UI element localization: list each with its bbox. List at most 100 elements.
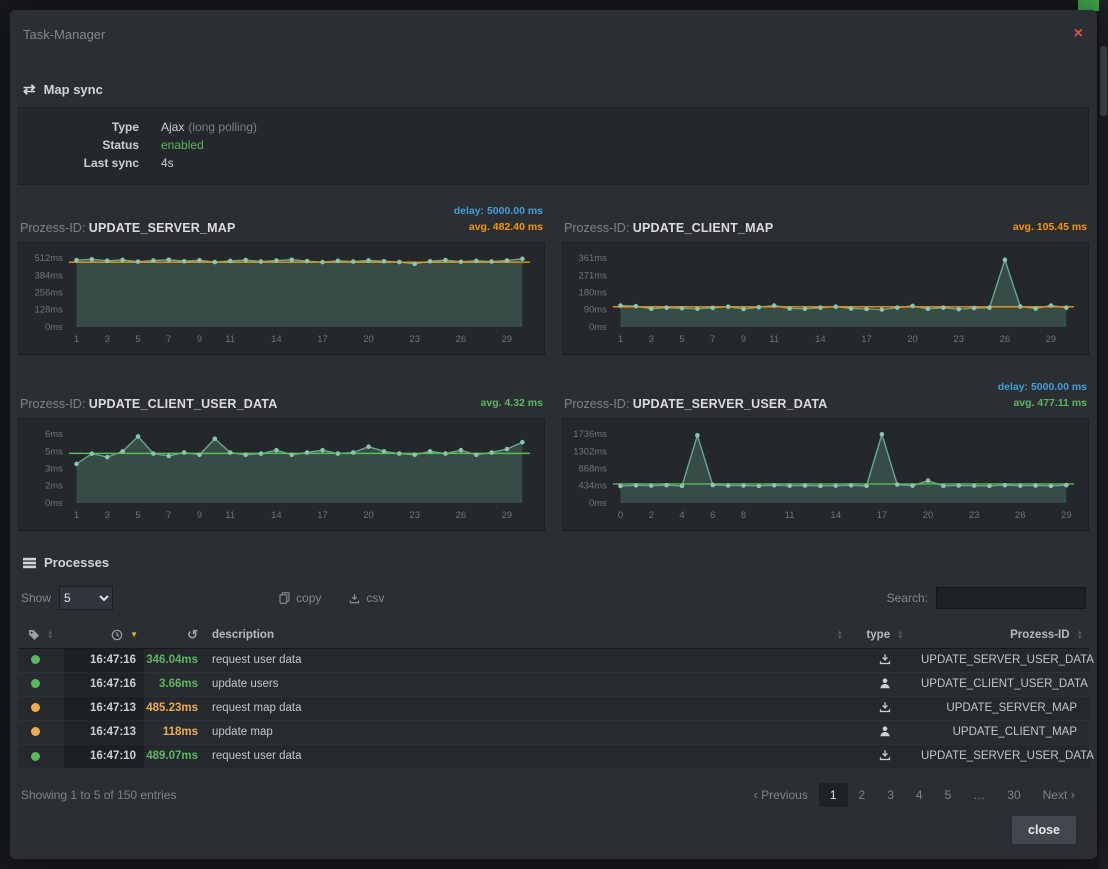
row-process-id: UPDATE_SERVER_USER_DATA bbox=[921, 648, 1089, 672]
chart-block: Prozess-ID: UPDATE_CLIENT_USER_DATA avg.… bbox=[18, 375, 545, 531]
chart-avg-label: avg. 477.11 ms bbox=[998, 395, 1087, 411]
chart-head: Prozess-ID: UPDATE_CLIENT_USER_DATA avg.… bbox=[18, 375, 545, 411]
row-time: 16:47:13 bbox=[64, 696, 144, 720]
map-sync-row-label: Type bbox=[19, 118, 139, 136]
svg-text:7: 7 bbox=[710, 334, 715, 345]
row-description: request user data bbox=[204, 744, 849, 768]
row-time: 16:47:16 bbox=[64, 672, 144, 696]
chart-head: Prozess-ID: UPDATE_CLIENT_MAP avg. 105.4… bbox=[562, 199, 1089, 235]
svg-text:26: 26 bbox=[456, 510, 467, 521]
scrollbar-thumb[interactable] bbox=[1100, 46, 1107, 116]
download-icon bbox=[879, 749, 891, 761]
column-header-duration[interactable]: ↺ bbox=[144, 622, 204, 648]
chart-process-name: UPDATE_SERVER_USER_DATA bbox=[633, 397, 828, 411]
copy-button[interactable]: copy bbox=[279, 591, 321, 605]
table-row: 16:47:13 118ms update map UPDATE_CLIENT_… bbox=[18, 720, 1089, 744]
svg-text:2: 2 bbox=[649, 510, 654, 521]
row-duration: 489.07ms bbox=[144, 744, 204, 768]
processes-heading-label: Processes bbox=[44, 555, 109, 570]
modal-title: Task-Manager bbox=[23, 27, 105, 42]
sync-arrows-icon: ⇄ bbox=[23, 82, 36, 97]
svg-text:7: 7 bbox=[166, 334, 171, 345]
map-sync-row-label: Last sync bbox=[19, 154, 139, 172]
svg-text:23: 23 bbox=[969, 510, 980, 521]
row-type bbox=[849, 648, 921, 672]
status-dot bbox=[31, 655, 40, 664]
chart-head: Prozess-ID: UPDATE_SERVER_USER_DATA dela… bbox=[562, 375, 1089, 411]
svg-text:0: 0 bbox=[618, 510, 623, 521]
process-id-header-label: Prozess-ID bbox=[1010, 629, 1069, 641]
svg-text:3: 3 bbox=[649, 334, 654, 345]
svg-text:256ms: 256ms bbox=[34, 288, 63, 299]
chart-panel: 6ms5ms3ms2ms0ms1357911141720232629 bbox=[18, 418, 545, 531]
svg-text:17: 17 bbox=[317, 334, 328, 345]
download-icon bbox=[879, 653, 891, 665]
svg-text:868ms: 868ms bbox=[578, 464, 607, 475]
svg-text:29: 29 bbox=[502, 510, 513, 521]
row-process-id: UPDATE_SERVER_USER_DATA bbox=[921, 744, 1089, 768]
map-sync-row: Type Ajax (long polling) bbox=[19, 118, 1088, 136]
page-scrollbar[interactable] bbox=[1099, 0, 1108, 869]
table-row: 16:47:16 3.66ms update users UPDATE_CLIE… bbox=[18, 672, 1089, 696]
svg-text:128ms: 128ms bbox=[34, 305, 63, 316]
sort-icons: ▲▼ bbox=[1077, 630, 1083, 640]
chart-title-prefix: Prozess-ID: bbox=[20, 397, 85, 411]
chart-avg-label: avg. 482.40 ms bbox=[454, 219, 543, 235]
svg-text:5ms: 5ms bbox=[45, 446, 63, 457]
svg-text:14: 14 bbox=[815, 334, 826, 345]
csv-button[interactable]: csv bbox=[349, 591, 384, 605]
process-table: ▲▼ ▼ ↺ bbox=[18, 622, 1089, 768]
copy-label: copy bbox=[296, 591, 321, 605]
close-icon[interactable]: × bbox=[1074, 26, 1083, 42]
row-duration: 118ms bbox=[144, 720, 204, 744]
svg-text:3: 3 bbox=[105, 334, 110, 345]
map-sync-row: Status enabled bbox=[19, 136, 1088, 154]
column-header-time[interactable]: ▼ bbox=[64, 622, 144, 648]
table-header-row: ▲▼ ▼ ↺ bbox=[18, 622, 1089, 648]
row-type bbox=[849, 696, 921, 720]
chart-canvas: 6ms5ms3ms2ms0ms1357911141720232629 bbox=[19, 419, 544, 530]
column-header-description[interactable]: description ▲▼ bbox=[204, 622, 849, 648]
chart-title-prefix: Prozess-ID: bbox=[20, 221, 85, 235]
chart-title: Prozess-ID: UPDATE_CLIENT_MAP bbox=[564, 221, 773, 235]
column-header-process-id[interactable]: Prozess-ID ▲▼ bbox=[921, 622, 1089, 648]
svg-text:5: 5 bbox=[679, 334, 684, 345]
task-manager-modal: Task-Manager × ⇄ Map sync Type Ajax (lon… bbox=[10, 10, 1097, 859]
chart-title: Prozess-ID: UPDATE_SERVER_MAP bbox=[20, 221, 236, 235]
row-duration: 3.66ms bbox=[144, 672, 204, 696]
chart-title-prefix: Prozess-ID: bbox=[564, 397, 629, 411]
chart-panel: 512ms384ms256ms128ms0ms13579111417202326… bbox=[18, 242, 545, 355]
svg-text:8: 8 bbox=[741, 510, 746, 521]
svg-text:1302ms: 1302ms bbox=[573, 446, 607, 457]
chart-stats: delay: 5000.00 ms avg. 482.40 ms bbox=[454, 203, 543, 235]
user-icon bbox=[879, 725, 891, 737]
modal-header: Task-Manager × bbox=[10, 10, 1097, 58]
close-button[interactable]: close bbox=[1011, 815, 1077, 845]
svg-text:17: 17 bbox=[877, 510, 888, 521]
svg-text:26: 26 bbox=[1015, 510, 1026, 521]
modal-footer: close bbox=[10, 803, 1097, 859]
svg-text:20: 20 bbox=[907, 334, 918, 345]
tag-icon bbox=[28, 629, 40, 641]
svg-text:11: 11 bbox=[225, 334, 235, 345]
svg-text:434ms: 434ms bbox=[578, 481, 607, 492]
svg-text:20: 20 bbox=[363, 334, 374, 345]
row-duration: 485.23ms bbox=[144, 696, 204, 720]
svg-text:180ms: 180ms bbox=[578, 288, 607, 299]
csv-download-icon bbox=[349, 593, 360, 604]
map-sync-row-value: 4s bbox=[161, 154, 174, 172]
copy-icon bbox=[279, 592, 290, 604]
map-sync-heading-label: Map sync bbox=[44, 82, 103, 97]
search-input[interactable] bbox=[936, 587, 1086, 609]
svg-text:17: 17 bbox=[317, 510, 328, 521]
column-header-status[interactable]: ▲▼ bbox=[18, 622, 64, 648]
row-duration: 346.04ms bbox=[144, 648, 204, 672]
page-size-select[interactable]: 5 bbox=[59, 586, 113, 610]
chart-delay-label: delay: 5000.00 ms bbox=[998, 379, 1087, 395]
column-header-type[interactable]: type ▲▼ bbox=[849, 622, 921, 648]
chart-title-prefix: Prozess-ID: bbox=[564, 221, 629, 235]
svg-text:512ms: 512ms bbox=[34, 253, 63, 264]
svg-text:0ms: 0ms bbox=[589, 322, 607, 333]
process-table-body: 16:47:16 346.04ms request user data UPDA… bbox=[18, 648, 1089, 768]
sort-icons: ▲▼ bbox=[897, 630, 903, 640]
